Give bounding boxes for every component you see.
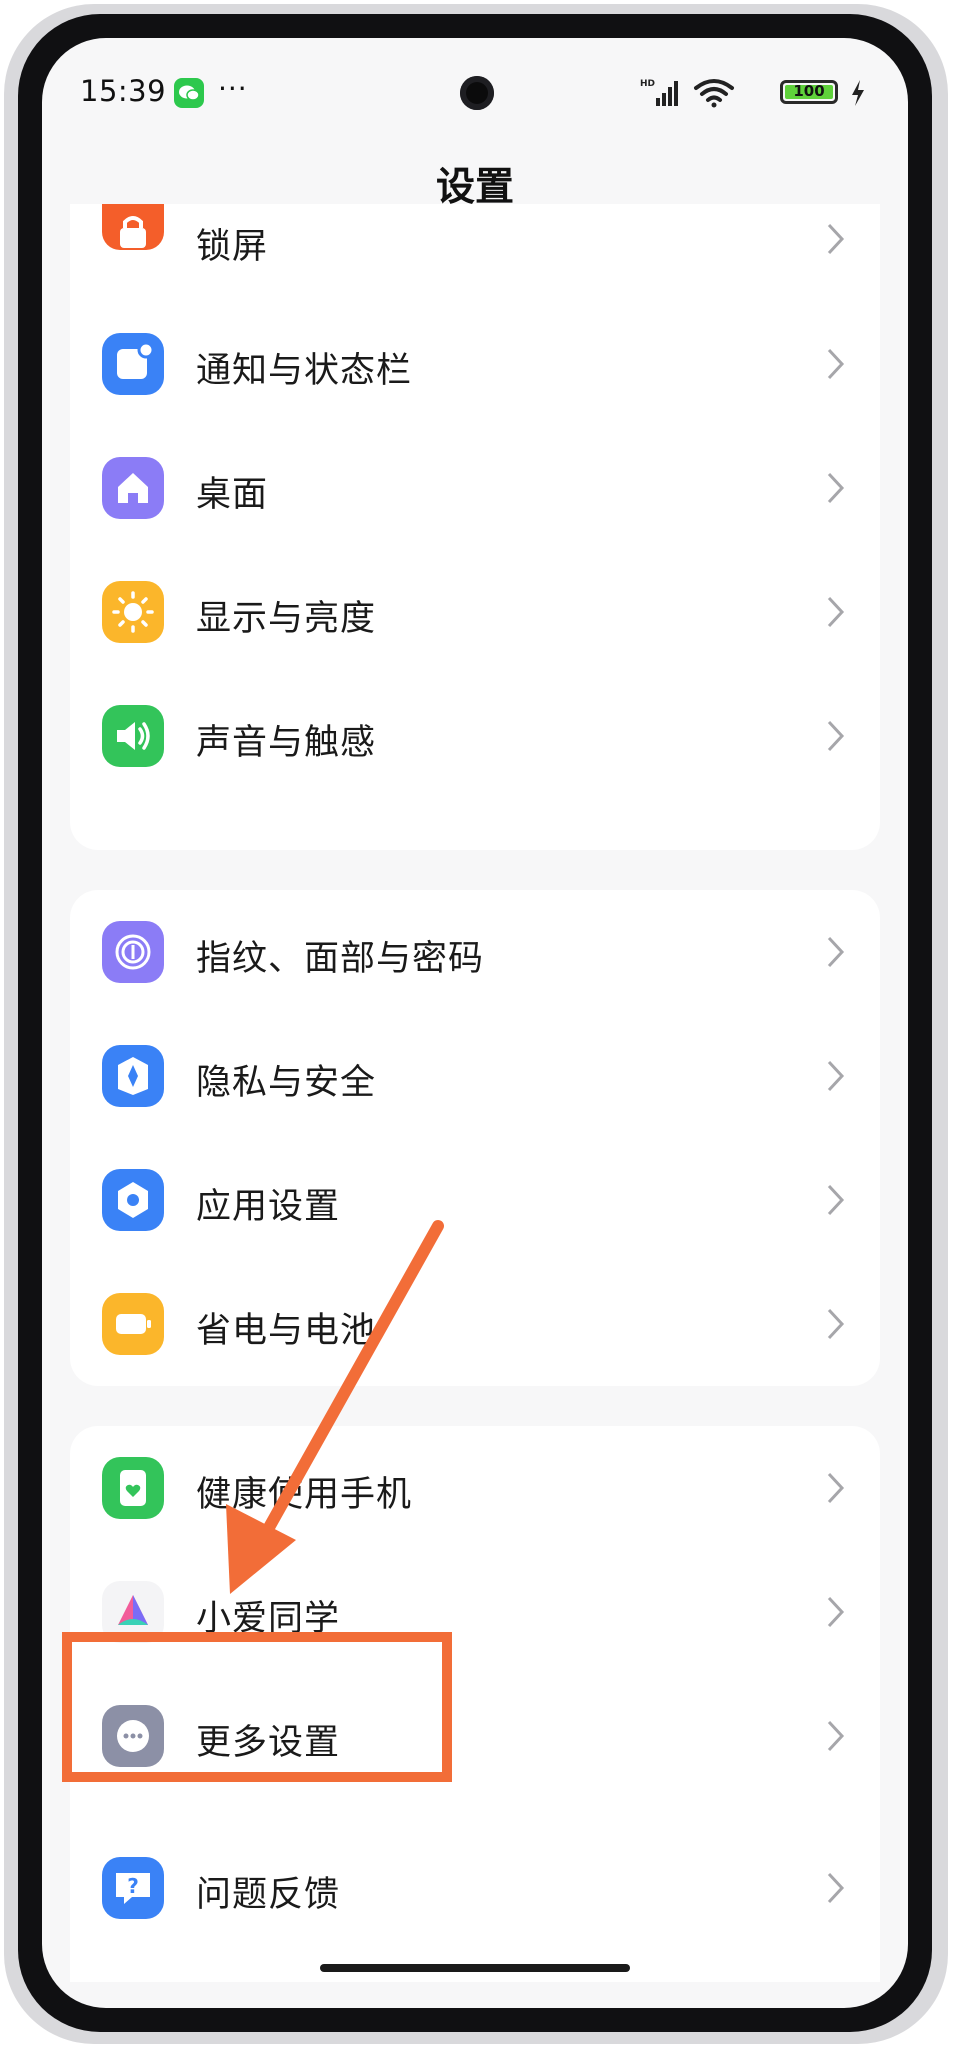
app-settings-icon bbox=[102, 1169, 164, 1231]
status-more-dots: ··· bbox=[218, 72, 248, 105]
charging-bolt-icon bbox=[852, 80, 864, 106]
settings-item-sound[interactable]: 声音与触感 bbox=[70, 674, 880, 798]
settings-item-privacy[interactable]: 隐私与安全 bbox=[70, 1014, 880, 1138]
settings-item-lock-screen[interactable]: 锁屏 bbox=[70, 204, 880, 302]
chevron-right-icon bbox=[827, 1472, 845, 1504]
healthy-phone-icon bbox=[102, 1457, 164, 1519]
chevron-right-icon bbox=[827, 720, 845, 752]
settings-item-healthy-phone[interactable]: 健康使用手机 bbox=[70, 1426, 880, 1550]
settings-item-label: 隐私与安全 bbox=[196, 1063, 377, 1103]
home-indicator[interactable] bbox=[320, 1964, 630, 1972]
settings-item-fingerprint[interactable]: 指纹、面部与密码 bbox=[70, 890, 880, 1014]
settings-group-2: 指纹、面部与密码 隐私与安全 应用设置 省电与电池 bbox=[70, 890, 880, 1386]
settings-item-label: 桌面 bbox=[196, 475, 269, 515]
speaker-icon bbox=[102, 705, 164, 767]
settings-item-label: 显示与亮度 bbox=[196, 599, 377, 639]
feedback-icon: ? bbox=[102, 1857, 164, 1919]
chevron-right-icon bbox=[827, 1060, 845, 1092]
settings-item-label: 健康使用手机 bbox=[196, 1475, 413, 1515]
status-icons: HD 100 bbox=[628, 78, 868, 110]
chevron-right-icon bbox=[827, 1308, 845, 1340]
chevron-right-icon bbox=[827, 596, 845, 628]
battery-icon: 100 bbox=[780, 80, 838, 104]
settings-item-label: 通知与状态栏 bbox=[196, 351, 413, 391]
settings-item-feedback[interactable]: ? 问题反馈 bbox=[70, 1826, 880, 1950]
notification-icon bbox=[102, 333, 164, 395]
settings-item-notifications[interactable]: 通知与状态栏 bbox=[70, 302, 880, 426]
lock-icon bbox=[102, 204, 164, 250]
signal-icon: HD bbox=[640, 79, 678, 106]
chevron-right-icon bbox=[827, 1596, 845, 1628]
privacy-icon bbox=[102, 1045, 164, 1107]
chevron-right-icon bbox=[827, 472, 845, 504]
home-icon bbox=[102, 457, 164, 519]
svg-text:?: ? bbox=[127, 1874, 139, 1898]
settings-item-label: 问题反馈 bbox=[196, 1875, 341, 1915]
wifi-icon bbox=[694, 79, 734, 108]
chevron-right-icon bbox=[827, 348, 845, 380]
status-bar: 15:39 ··· HD 100 bbox=[42, 38, 908, 118]
chevron-right-icon bbox=[827, 223, 845, 255]
annotation-highlight-box bbox=[62, 1632, 452, 1782]
settings-item-label: 声音与触感 bbox=[196, 723, 377, 763]
settings-item-label: 应用设置 bbox=[196, 1187, 341, 1227]
chevron-right-icon bbox=[827, 1184, 845, 1216]
chevron-right-icon bbox=[827, 1872, 845, 1904]
sun-icon bbox=[102, 581, 164, 643]
chevron-right-icon bbox=[827, 936, 845, 968]
settings-item-display[interactable]: 显示与亮度 bbox=[70, 550, 880, 674]
settings-item-home-screen[interactable]: 桌面 bbox=[70, 426, 880, 550]
settings-group-1: 锁屏 通知与状态栏 桌面 显示与亮度 声音与触感 bbox=[70, 204, 880, 850]
settings-item-app-settings[interactable]: 应用设置 bbox=[70, 1138, 880, 1262]
battery-level: 100 bbox=[793, 82, 825, 100]
wechat-icon bbox=[174, 78, 204, 108]
front-camera bbox=[460, 76, 494, 110]
settings-item-label: 指纹、面部与密码 bbox=[196, 939, 485, 979]
fingerprint-icon bbox=[102, 921, 164, 983]
settings-item-battery[interactable]: 省电与电池 bbox=[70, 1262, 880, 1386]
svg-text:HD: HD bbox=[640, 79, 655, 89]
chevron-right-icon bbox=[827, 1720, 845, 1752]
settings-item-label: 锁屏 bbox=[196, 227, 269, 267]
battery-saver-icon bbox=[102, 1293, 164, 1355]
status-time: 15:39 bbox=[80, 74, 167, 108]
settings-item-label: 省电与电池 bbox=[196, 1311, 377, 1351]
